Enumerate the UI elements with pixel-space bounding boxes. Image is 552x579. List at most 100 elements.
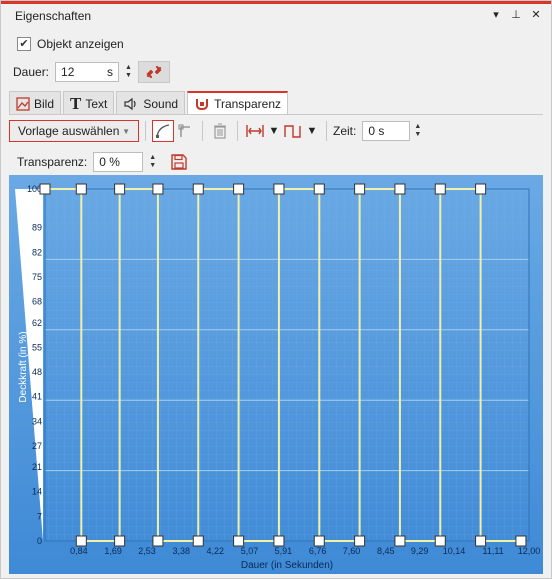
keyframe-point[interactable]: [233, 535, 245, 547]
keyframe-point[interactable]: [39, 183, 51, 195]
keyframe-point[interactable]: [354, 183, 366, 195]
keyframe-point[interactable]: [152, 183, 164, 195]
panel-title: Eigenschaften: [15, 9, 92, 23]
spinner-up-icon[interactable]: ▲: [414, 123, 421, 131]
x-tick-label: 3,38: [173, 546, 191, 556]
keyframe-point[interactable]: [192, 535, 204, 547]
transparency-toolbar: Vorlage auswählen ▼ ▼ ▼ Zeit: 0 s ▲ ▼: [9, 119, 543, 143]
image-icon: [16, 96, 30, 111]
spinner-down-icon[interactable]: ▼: [149, 162, 156, 170]
x-tick-label: 8,45: [377, 546, 395, 556]
time-label: Zeit:: [333, 124, 357, 138]
tab-bar: Bild T Text Sound Transparenz: [9, 91, 290, 115]
keyframe-point[interactable]: [394, 183, 406, 195]
duration-input[interactable]: 12 s: [55, 62, 120, 82]
y-tick-label: 0: [37, 536, 42, 546]
keyframe-point[interactable]: [394, 535, 406, 547]
properties-panel: Eigenschaften ▾ ⊥ ✕ ✔ Objekt anzeigen Da…: [0, 0, 552, 579]
link-button[interactable]: [137, 61, 170, 83]
toolbar-separator: [326, 121, 327, 141]
keyframe-point[interactable]: [152, 535, 164, 547]
pin-icon[interactable]: ⊥: [509, 8, 523, 21]
y-tick-label: 14: [32, 487, 42, 497]
opacity-chart[interactable]: 07142127344148556268758289100 0,84 1,69 2,…: [9, 175, 543, 574]
time-value: 0 s: [368, 124, 385, 138]
spinner-up-icon[interactable]: ▲: [149, 154, 156, 162]
tab-transparency[interactable]: Transparenz: [187, 91, 288, 115]
template-select-label: Vorlage auswählen: [18, 124, 120, 138]
y-tick-label: 89: [32, 223, 42, 233]
keyframe-point[interactable]: [273, 535, 285, 547]
keyframe-point[interactable]: [114, 183, 126, 195]
pulse-dropdown[interactable]: ▼: [304, 120, 320, 142]
keyframe-point[interactable]: [192, 183, 204, 195]
x-tick-label: 11,11: [483, 546, 504, 556]
duration-unit: s: [107, 65, 114, 79]
delete-button[interactable]: [209, 120, 231, 142]
spinner-down-icon[interactable]: ▼: [125, 72, 132, 80]
tab-text[interactable]: T Text: [63, 91, 115, 115]
keyframe-point[interactable]: [273, 183, 285, 195]
keyframe-point[interactable]: [233, 183, 245, 195]
duration-label: Dauer:: [13, 65, 50, 79]
tab-sound[interactable]: Sound: [116, 91, 186, 115]
y-tick-label: 27: [32, 441, 42, 451]
tab-image[interactable]: Bild: [9, 91, 62, 115]
transparency-value: 0 %: [99, 155, 120, 169]
keyframe-point[interactable]: [75, 183, 87, 195]
y-axis-label: Deckkraft (in %): [18, 331, 29, 402]
time-spinner[interactable]: ▲ ▼: [414, 123, 421, 139]
close-icon[interactable]: ✕: [529, 8, 543, 21]
dropdown-icon[interactable]: ▾: [489, 8, 503, 21]
x-tick-label: 5,07: [241, 546, 259, 556]
show-object-checkbox[interactable]: ✔: [17, 37, 31, 51]
curve-mode-button[interactable]: [152, 120, 174, 142]
time-input[interactable]: 0 s: [362, 121, 411, 141]
show-object-row: ✔ Objekt anzeigen: [17, 37, 124, 51]
dropdown-arrow-icon: ▼: [268, 125, 280, 137]
x-tick-label: 0,84: [70, 546, 88, 556]
y-tick-label: 34: [32, 416, 42, 426]
template-select[interactable]: Vorlage auswählen ▼: [9, 120, 139, 142]
speaker-icon: [124, 97, 136, 110]
tab-divider: [9, 114, 543, 115]
save-icon: [171, 154, 187, 170]
x-tick-label: 10,14: [443, 546, 466, 556]
tab-text-label: Text: [85, 96, 108, 111]
keyframe-point[interactable]: [434, 183, 446, 195]
stretch-icon: [246, 125, 264, 137]
spinner-down-icon[interactable]: ▼: [414, 131, 421, 139]
y-tick-label: 62: [32, 318, 42, 328]
keyframe-point[interactable]: [354, 535, 366, 547]
duration-row: Dauer: 12 s ▲ ▼: [13, 61, 170, 83]
title-bar: Eigenschaften ▾ ⊥ ✕: [1, 4, 551, 28]
tab-sound-label: Sound: [143, 96, 179, 111]
x-tick-label: 12,00: [518, 546, 541, 556]
spinner-up-icon[interactable]: ▲: [125, 64, 132, 72]
pulse-button[interactable]: [282, 120, 304, 142]
transparency-row: Transparenz: 0 % ▲ ▼: [17, 151, 190, 173]
curve-icon: [156, 124, 170, 138]
x-tick-label: 6,76: [309, 546, 327, 556]
keyframe-point[interactable]: [515, 535, 527, 547]
keyframe-point[interactable]: [313, 535, 325, 547]
x-tick-label: 9,29: [411, 546, 429, 556]
duration-spinner[interactable]: ▲ ▼: [125, 64, 132, 80]
stretch-dropdown[interactable]: ▼: [266, 120, 282, 142]
keyframe-point[interactable]: [434, 535, 446, 547]
y-tick-label: 55: [32, 342, 42, 352]
keyframe-point[interactable]: [475, 183, 487, 195]
transparency-spinner[interactable]: ▲ ▼: [149, 154, 156, 170]
x-axis-label: Dauer (in Sekunden): [241, 560, 333, 571]
keyframe-point[interactable]: [75, 535, 87, 547]
y-tick-label: 75: [32, 272, 42, 282]
keyframe-point[interactable]: [114, 535, 126, 547]
x-tick-label: 1,69: [104, 546, 122, 556]
keyframe-point[interactable]: [475, 535, 487, 547]
link-icon: [146, 65, 162, 79]
keyframe-point[interactable]: [313, 183, 325, 195]
save-button[interactable]: [168, 151, 190, 173]
stretch-button[interactable]: [244, 120, 266, 142]
step-mode-button[interactable]: [174, 120, 196, 142]
transparency-input[interactable]: 0 %: [93, 152, 144, 172]
